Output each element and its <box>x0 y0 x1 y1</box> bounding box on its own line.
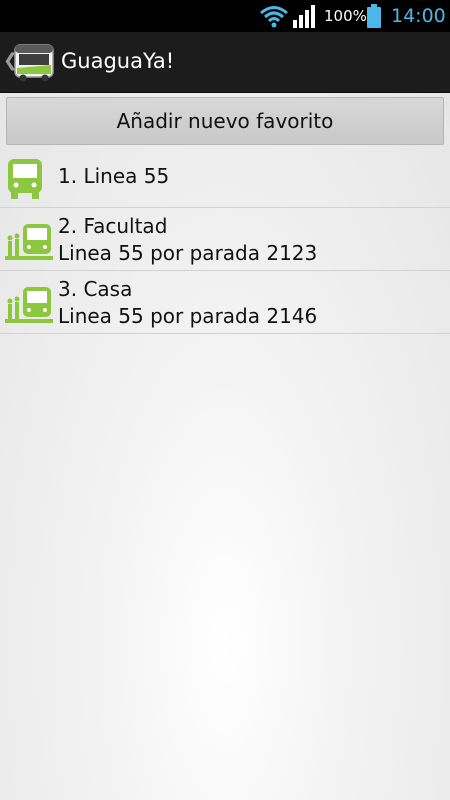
status-bar: 100% 14:00 <box>0 0 450 32</box>
favorites-list: 1. Linea 55 2. Facultad Linea 55 por par… <box>0 149 450 334</box>
favorite-title: 2. Facultad <box>58 214 168 238</box>
bus-icon <box>8 159 42 199</box>
favorite-title: 1. Linea 55 <box>58 164 170 188</box>
status-clock: 14:00 <box>391 5 446 27</box>
bus-app-icon[interactable] <box>13 41 55 83</box>
add-favorite-button[interactable]: Añadir nuevo favorito <box>6 97 444 145</box>
bus-stop-icon <box>5 287 53 323</box>
signal-icon <box>293 5 315 28</box>
favorite-item-3[interactable]: 3. Casa Linea 55 por parada 2146 <box>0 271 450 334</box>
wifi-icon <box>260 6 288 28</box>
app-title: GuaguaYa! <box>61 49 175 73</box>
favorite-item-2[interactable]: 2. Facultad Linea 55 por parada 2123 <box>0 208 450 271</box>
battery-icon <box>367 4 381 28</box>
favorite-subtitle: Linea 55 por parada 2146 <box>58 304 318 328</box>
battery-percent: 100% <box>324 7 367 25</box>
favorite-item-1[interactable]: 1. Linea 55 <box>0 149 450 208</box>
favorite-subtitle: Linea 55 por parada 2123 <box>58 241 318 265</box>
favorite-title: 3. Casa <box>58 277 133 301</box>
main-content: Añadir nuevo favorito 1. Linea 55 2. Fac… <box>0 93 450 800</box>
action-bar: ❮ GuaguaYa! <box>0 32 450 94</box>
bus-stop-icon <box>5 224 53 260</box>
